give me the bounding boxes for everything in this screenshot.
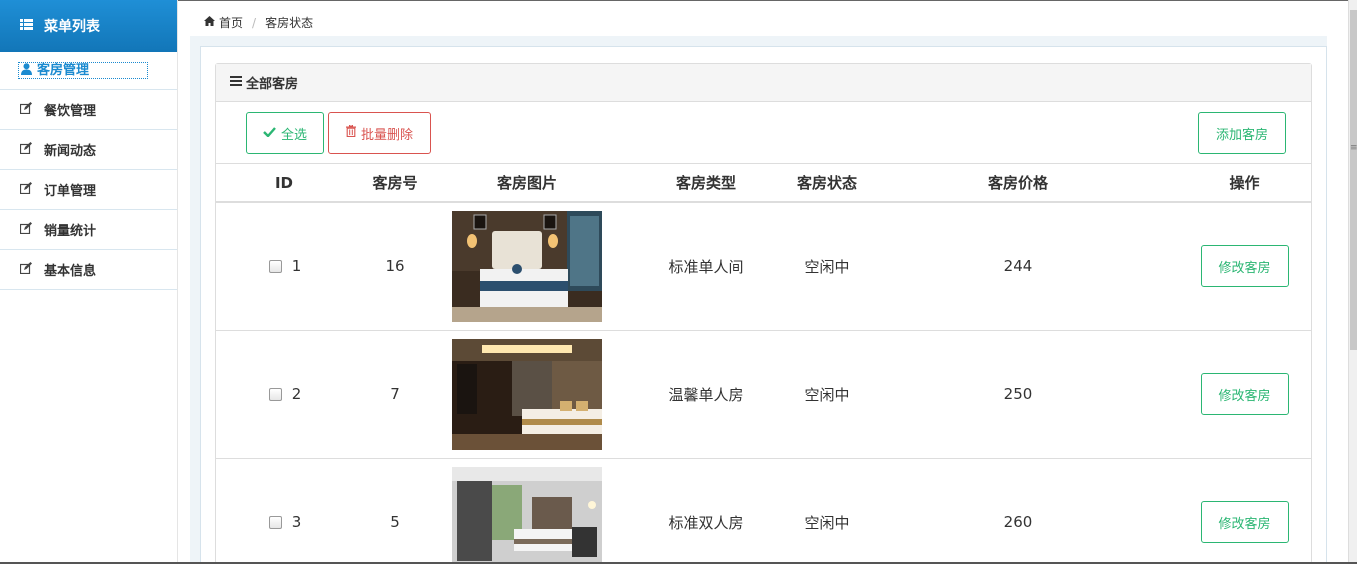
cell-room-image — [438, 458, 616, 564]
room-image — [452, 466, 602, 564]
cell-room-image — [438, 202, 616, 331]
header-room-image: 客房图片 — [438, 164, 616, 203]
panel-title: 全部客房 — [246, 77, 299, 92]
header-room-price: 客房价格 — [858, 164, 1178, 203]
sidebar-item-label: 基本信息 — [44, 264, 97, 279]
cell-room-price: 244 — [858, 202, 1178, 331]
scrollbar-thumb[interactable] — [1350, 10, 1357, 350]
scrollbar-grip-icon: ≡ — [1350, 143, 1357, 153]
edit-icon — [19, 221, 34, 238]
cell-id: 3 — [216, 458, 352, 564]
cell-actions: 修改客房 — [1178, 458, 1311, 564]
breadcrumb-current: 客房状态 — [265, 16, 314, 30]
sidebar: 菜单列表 客房管理 餐饮管理 新闻动态 订单管理 销量统计 基本信息 — [0, 0, 178, 564]
bars-icon — [230, 75, 242, 90]
sidebar-item-label: 新闻动态 — [44, 144, 97, 159]
sidebar-item-basic-info[interactable]: 基本信息 — [0, 250, 177, 290]
room-image — [452, 338, 602, 450]
select-all-button[interactable]: 全选 — [246, 112, 324, 154]
header-room-type: 客房类型 — [616, 164, 796, 203]
sidebar-item-catering[interactable]: 餐饮管理 — [0, 90, 177, 130]
toolbar: 全选 批量删除 添加客房 — [216, 102, 1311, 164]
edit-icon — [19, 261, 34, 278]
cell-room-type: 温馨单人房 — [616, 330, 796, 459]
vertical-scrollbar[interactable]: ≡ — [1348, 0, 1357, 564]
header-id: ID — [216, 164, 352, 203]
sidebar-item-news[interactable]: 新闻动态 — [0, 130, 177, 170]
cell-room-number: 16 — [352, 202, 438, 331]
header-room-number: 客房号 — [352, 164, 438, 203]
user-icon — [21, 63, 35, 79]
topbar: 首页 / 客房状态 — [178, 0, 1348, 36]
add-room-button[interactable]: 添加客房 — [1198, 112, 1286, 154]
edit-room-button[interactable]: 修改客房 — [1200, 373, 1289, 415]
cell-room-number: 5 — [352, 458, 438, 564]
sidebar-item-orders[interactable]: 订单管理 — [0, 170, 177, 210]
row-checkbox[interactable] — [268, 388, 282, 401]
sidebar-item-label: 餐饮管理 — [44, 104, 97, 119]
cell-id: 2 — [216, 330, 352, 459]
batch-delete-label: 批量删除 — [360, 127, 413, 143]
table-row: 1 16 标准单人间 空闲中 244 修改客房 — [216, 202, 1311, 331]
sidebar-item-label: 订单管理 — [44, 184, 97, 199]
edit-icon — [19, 181, 34, 198]
row-checkbox[interactable] — [268, 260, 282, 274]
edit-icon — [19, 101, 34, 118]
row-checkbox[interactable] — [268, 516, 282, 529]
edit-room-button[interactable]: 修改客房 — [1200, 501, 1289, 543]
cell-room-price: 250 — [858, 330, 1178, 459]
edit-room-label: 修改客房 — [1218, 516, 1271, 532]
trash-icon — [345, 124, 356, 141]
edit-room-button[interactable]: 修改客房 — [1200, 245, 1289, 288]
edit-room-label: 修改客房 — [1218, 260, 1271, 276]
sidebar-item-label: 销量统计 — [44, 224, 97, 239]
cell-room-status: 空闲中 — [796, 202, 858, 331]
row-id: 2 — [291, 385, 302, 403]
row-id: 3 — [291, 513, 302, 531]
edit-room-label: 修改客房 — [1218, 388, 1271, 404]
sidebar-item-room-management[interactable]: 客房管理 — [0, 52, 177, 90]
cell-room-price: 260 — [858, 458, 1178, 564]
cell-room-status: 空闲中 — [796, 458, 858, 564]
sidebar-title: 菜单列表 — [44, 19, 100, 35]
header-actions: 操作 — [1178, 164, 1311, 203]
cell-room-number: 7 — [352, 330, 438, 459]
select-all-label: 全选 — [280, 127, 307, 143]
list-icon — [20, 18, 34, 34]
breadcrumb: 首页 / 客房状态 — [204, 14, 313, 31]
panel-heading: 全部客房 — [216, 64, 1311, 102]
cell-actions: 修改客房 — [1178, 202, 1311, 331]
add-room-label: 添加客房 — [1215, 127, 1268, 143]
rooms-panel: 全部客房 全选 批量删除 添加客房 ID 客房号 客房图片 客房类型 客房状态 — [215, 63, 1312, 564]
breadcrumb-separator: / — [252, 15, 257, 30]
breadcrumb-home-link[interactable]: 首页 — [219, 14, 243, 31]
cell-id: 1 — [216, 202, 352, 331]
edit-icon — [19, 141, 34, 158]
sidebar-item-sales-stats[interactable]: 销量统计 — [0, 210, 177, 250]
table-row: 2 7 温馨单人房 空闲中 250 修改客房 — [216, 330, 1311, 459]
cell-room-image — [438, 330, 616, 459]
rooms-table: ID 客房号 客房图片 客房类型 客房状态 客房价格 操作 1 16 标准单人间… — [216, 164, 1311, 564]
room-image — [452, 210, 602, 322]
batch-delete-button[interactable]: 批量删除 — [328, 112, 431, 154]
sidebar-item-label: 客房管理 — [37, 63, 90, 78]
check-icon — [263, 126, 276, 141]
sidebar-header: 菜单列表 — [0, 0, 177, 52]
cell-room-type: 标准单人间 — [616, 202, 796, 331]
header-room-status: 客房状态 — [796, 164, 858, 203]
home-icon — [204, 16, 215, 29]
cell-room-type: 标准双人房 — [616, 458, 796, 564]
row-id: 1 — [291, 257, 302, 276]
table-row: 3 5 标准双人房 空闲中 260 修改客房 — [216, 458, 1311, 564]
table-header-row: ID 客房号 客房图片 客房类型 客房状态 客房价格 操作 — [216, 164, 1311, 203]
cell-room-status: 空闲中 — [796, 330, 858, 459]
cell-actions: 修改客房 — [1178, 330, 1311, 459]
